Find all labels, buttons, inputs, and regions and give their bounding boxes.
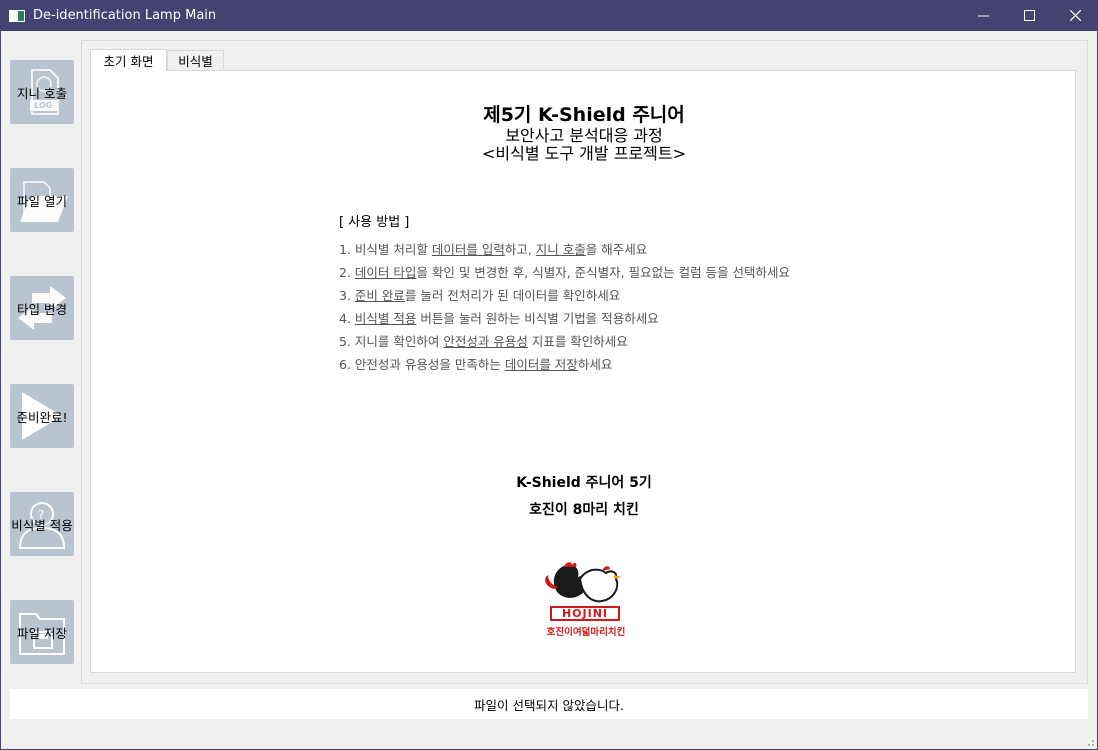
apply-deidentification-button[interactable]: ? 비식별 적용: [10, 492, 74, 556]
status-bar: 파일이 선택되지 않았습니다.: [10, 689, 1088, 719]
minimize-button[interactable]: [960, 0, 1006, 31]
app-icon: [9, 9, 25, 22]
logo-sign: HOJINI: [550, 606, 620, 621]
usage-step: 2. 데이터 타입을 확인 및 변경한 후, 식별자, 준식별자, 필요없는 컬…: [339, 265, 791, 280]
status-text: 파일이 선택되지 않았습니다.: [474, 697, 624, 713]
logo-caption: 호진이여덟마리치킨: [546, 627, 626, 638]
title-bar: De-identification Lamp Main: [0, 0, 1098, 31]
ready-complete-button[interactable]: 준비완료!: [10, 384, 74, 448]
sidebar-item-label: 준비완료!: [16, 409, 68, 425]
window-title: De-identification Lamp Main: [33, 8, 217, 23]
genie-call-button[interactable]: 지니 호출 LOG: [10, 60, 74, 124]
close-icon: [1069, 10, 1081, 21]
resize-grip-icon[interactable]: [1085, 737, 1095, 747]
usage-step: 4. 비식별 적용 버튼을 눌러 원하는 비식별 기법을 적용하세요: [339, 311, 659, 326]
sidebar-item-label: 비식별 적용: [11, 517, 73, 533]
tab-home[interactable]: 초기 화면: [90, 49, 167, 71]
log-icon-text: LOG: [34, 101, 53, 110]
sidebar-item-label: 지니 호출: [17, 85, 67, 101]
open-file-button[interactable]: 파일 열기: [10, 168, 74, 232]
sidebar-item-label: 타입 변경: [17, 301, 67, 317]
minimize-icon: [977, 15, 989, 17]
usage-step: 6. 안전성과 유용성을 만족하는 데이터를 저장하세요: [339, 357, 613, 372]
close-button[interactable]: [1052, 0, 1098, 31]
save-file-button[interactable]: 파일 저장: [10, 600, 74, 664]
tab-deidentification[interactable]: 비식별: [167, 50, 224, 70]
credit-team: K-Shield 주니어 5기: [516, 475, 652, 491]
sidebar-item-label: 파일 저장: [17, 625, 67, 641]
hojini-logo: HOJINI 호진이여덟마리치킨: [536, 559, 636, 639]
sidebar-item-label: 파일 열기: [17, 193, 67, 209]
maximize-button[interactable]: [1006, 0, 1052, 31]
credit-name: 호진이 8마리 치킨: [529, 502, 639, 518]
rooster-icon: [545, 562, 622, 603]
usage-step: 3. 준비 완료를 눌러 전처리가 된 데이터를 확인하세요: [339, 288, 621, 303]
project-subtitle: <비식별 도구 개발 프로젝트>: [482, 144, 686, 163]
home-panel: 제5기 K-Shield 주니어 보안사고 분석대응 과정 <비식별 도구 개발…: [90, 70, 1076, 673]
usage-step: 5. 지니를 확인하여 안전성과 유용성 지표를 확인하세요: [339, 334, 628, 349]
change-type-button[interactable]: 타입 변경: [10, 276, 74, 340]
usage-title: [ 사용 방법 ]: [339, 215, 410, 230]
usage-step: 1. 비식별 처리할 데이터를 입력하고, 지니 호출을 해주세요: [339, 242, 648, 257]
maximize-icon: [1023, 10, 1035, 21]
